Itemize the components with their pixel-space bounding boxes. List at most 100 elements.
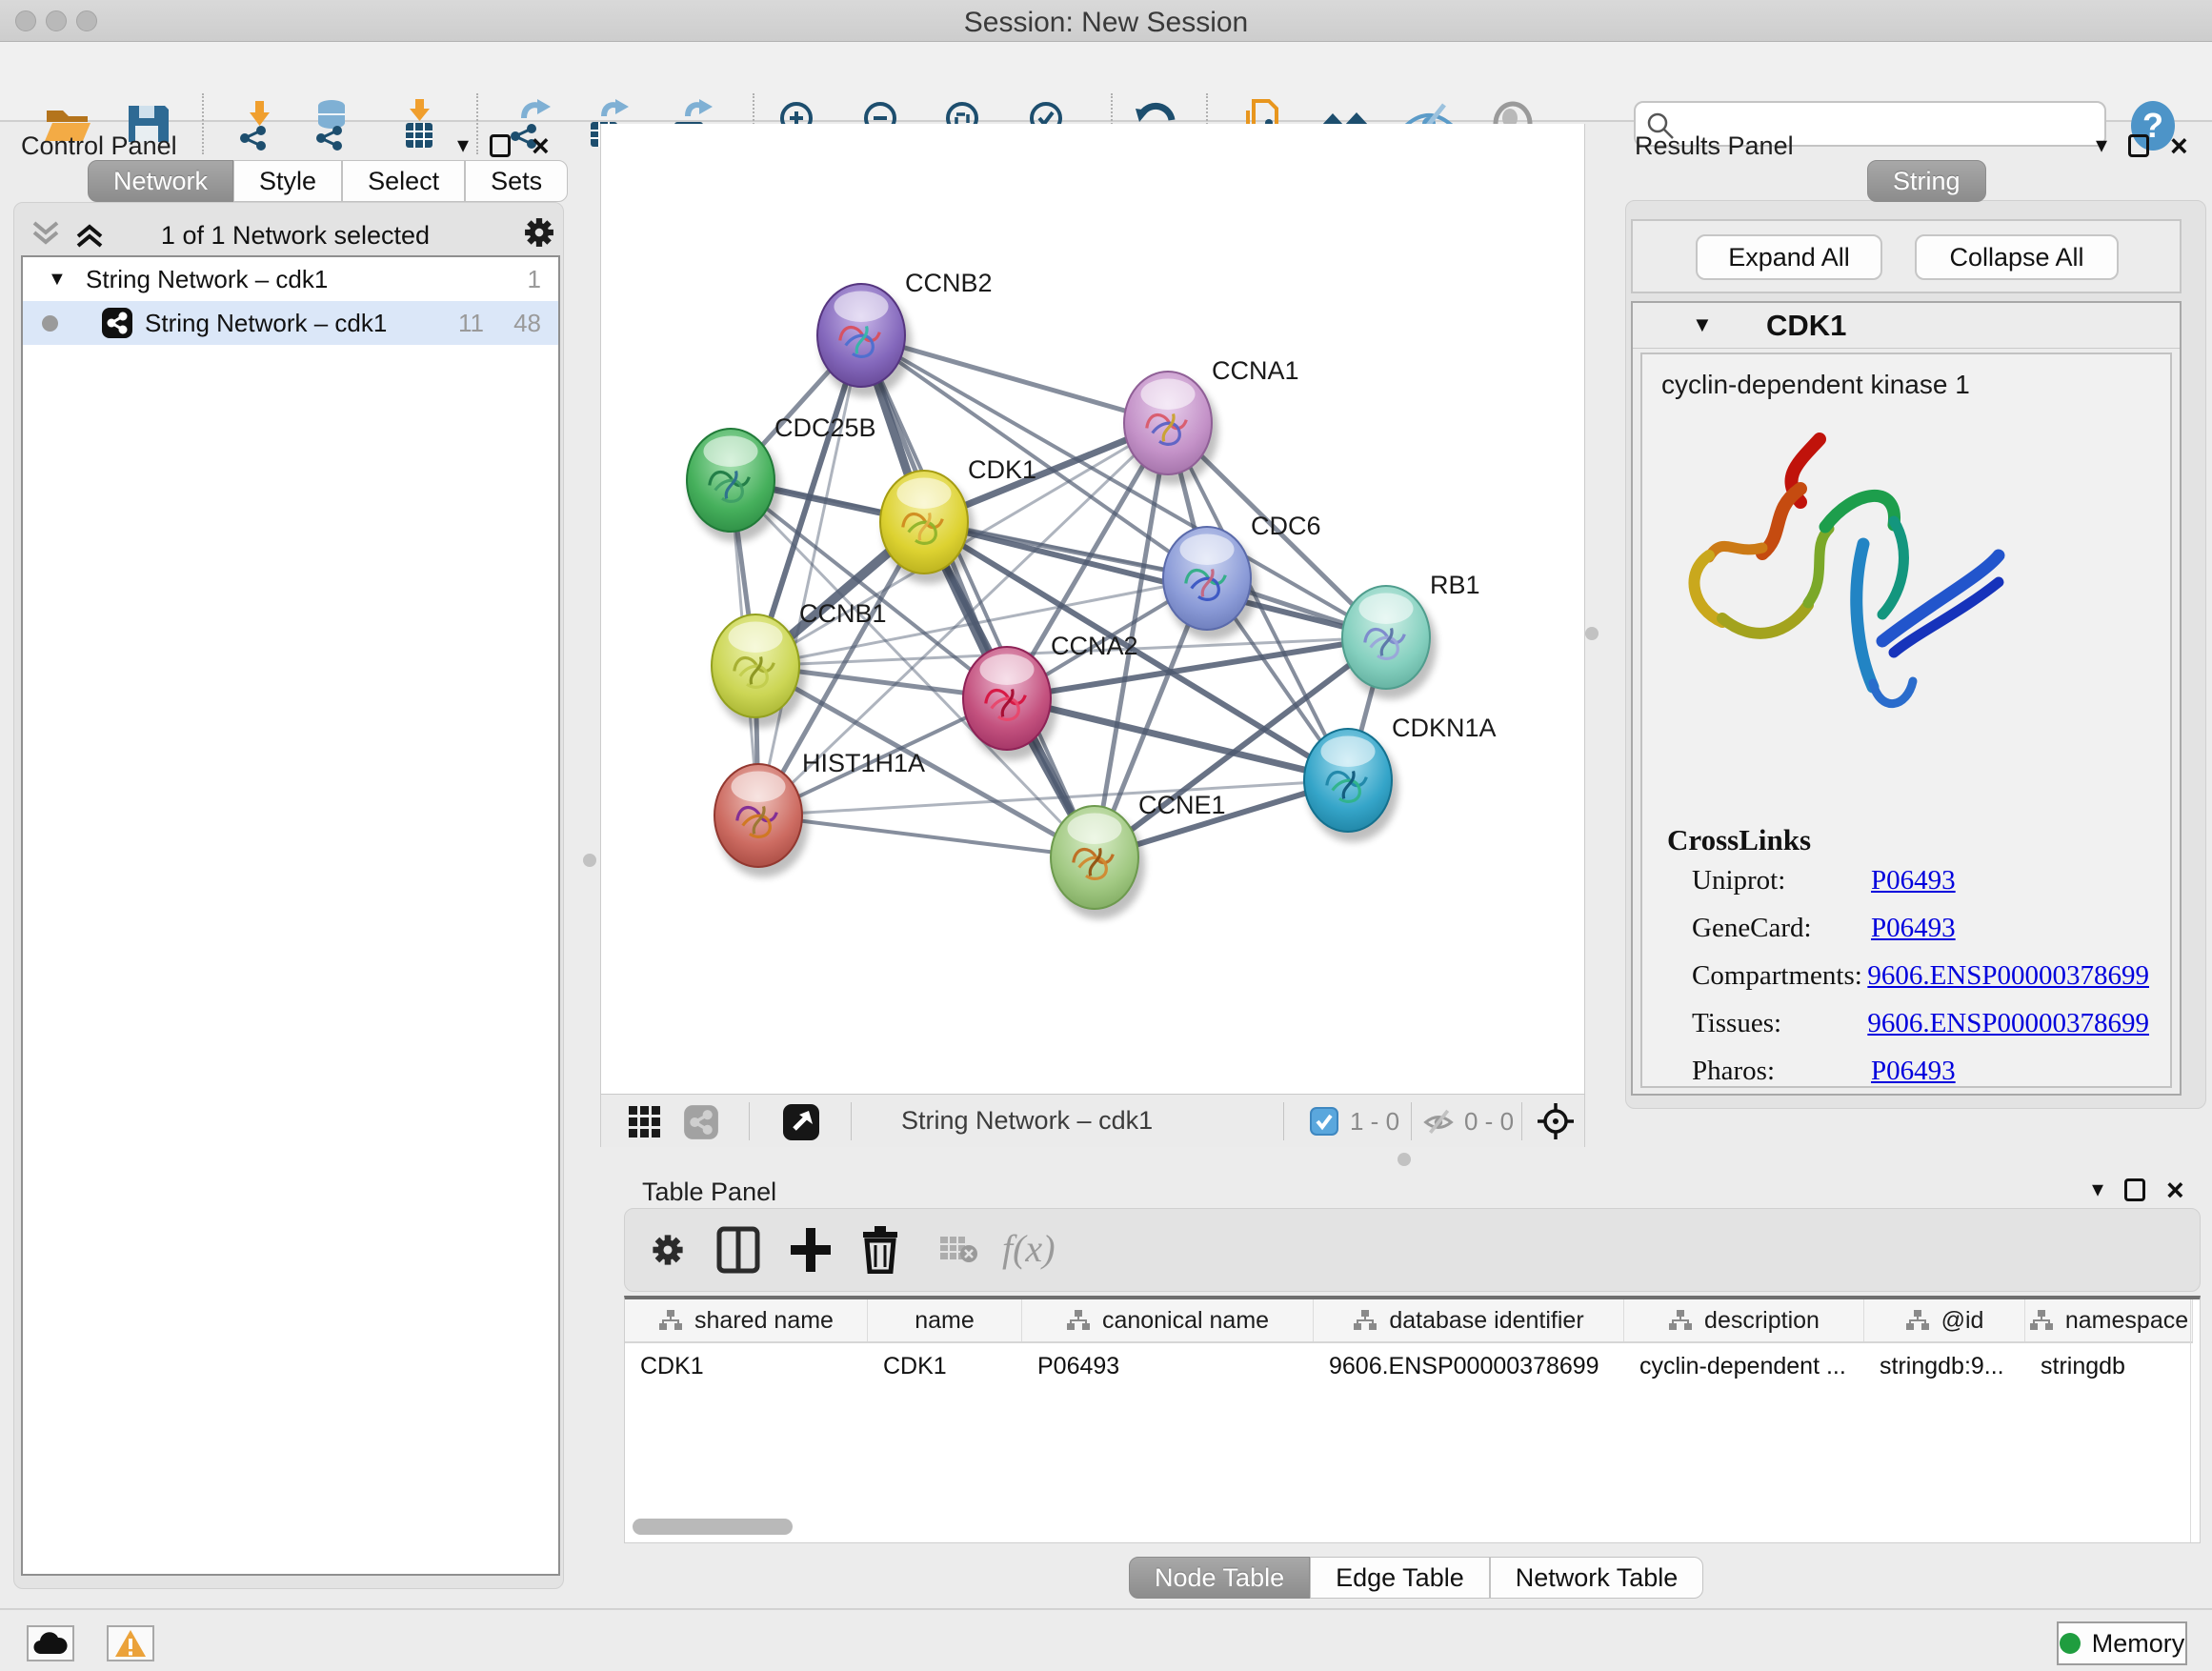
node-CCNB2[interactable]: CCNB2 <box>817 269 993 397</box>
column-header-shared-name[interactable]: shared name <box>625 1299 868 1341</box>
entry-description: cyclin-dependent kinase 1 <box>1661 370 1970 400</box>
statusbar-separator <box>1411 1102 1412 1140</box>
column-header-label: database identifier <box>1389 1307 1583 1335</box>
edge-CCNB2-HIST1H1A[interactable] <box>758 335 861 815</box>
control-panel-title: Control Panel <box>21 131 177 161</box>
column-header-namespace[interactable]: namespace <box>2025 1299 2193 1341</box>
column-header-name[interactable]: name <box>868 1299 1022 1341</box>
table-panel-close-icon[interactable]: × <box>2166 1178 2184 1201</box>
node-label-CDK1: CDK1 <box>968 455 1036 484</box>
node-CCNB1[interactable]: CCNB1 <box>712 599 887 728</box>
crosslink-label: Pharos: <box>1692 1056 1871 1087</box>
import-network-database-icon[interactable] <box>309 97 362 151</box>
expand-all-button[interactable]: Expand All <box>1696 234 1882 280</box>
show-columns-icon[interactable] <box>716 1226 760 1274</box>
network-options-gear-icon[interactable] <box>518 211 560 253</box>
cell-database-identifier[interactable]: 9606.ENSP00000378699 <box>1314 1345 1624 1387</box>
crosslink-link[interactable]: P06493 <box>1871 913 1956 944</box>
node-CDC6[interactable]: CDC6 <box>1163 512 1321 640</box>
network-collection-row[interactable]: ▼ String Network – cdk1 1 <box>23 257 558 301</box>
warning-icon <box>114 1629 147 1658</box>
node-label-CDC25B: CDC25B <box>774 413 876 442</box>
edge-CCNB2-CCNE1[interactable] <box>861 335 1095 857</box>
tab-string-results[interactable]: String <box>1867 160 1986 202</box>
column-type-icon <box>1353 1309 1377 1332</box>
crosslink-label: Compartments: <box>1692 960 1867 992</box>
node-label-HIST1H1A: HIST1H1A <box>802 749 925 777</box>
cell-canonical-name[interactable]: P06493 <box>1022 1345 1314 1387</box>
column-header-database-identifier[interactable]: database identifier <box>1314 1299 1624 1341</box>
table-horizontal-scrollbar[interactable] <box>633 1519 793 1535</box>
table-panel-collapse-icon[interactable]: ▾ <box>2092 1176 2103 1203</box>
tab-style[interactable]: Style <box>233 160 342 202</box>
warnings-button[interactable] <box>107 1625 154 1661</box>
node-CCNE1[interactable]: CCNE1 <box>1051 791 1226 919</box>
crosslink-link[interactable]: P06493 <box>1871 865 1956 896</box>
open-in-window-icon[interactable] <box>782 1103 820 1141</box>
tab-edge-table[interactable]: Edge Table <box>1310 1557 1490 1599</box>
column-header-canonical-name[interactable]: canonical name <box>1022 1299 1314 1341</box>
table-row[interactable]: CDK1CDK1P064939606.ENSP00000378699cyclin… <box>625 1345 2193 1387</box>
results-panel-title: Results Panel <box>1635 131 1794 161</box>
node-RB1[interactable]: RB1 <box>1342 571 1480 699</box>
fit-selected-crosshair-icon[interactable] <box>1537 1102 1575 1140</box>
network-canvas[interactable]: CCNB2CCNA1CDC25BCDK1CDC6RB1CCNB1CCNA2CDK… <box>600 124 1585 1094</box>
column-header-label: description <box>1704 1307 1820 1335</box>
import-network-file-icon[interactable] <box>232 97 286 151</box>
tab-network[interactable]: Network <box>88 160 233 202</box>
tab-node-table[interactable]: Node Table <box>1129 1557 1310 1599</box>
node-table: shared namenamecanonical name database id… <box>624 1296 2201 1543</box>
cell-namespace[interactable]: stringdb <box>2025 1345 2193 1387</box>
column-header--id[interactable]: @id <box>1864 1299 2025 1341</box>
network-row-selected[interactable]: String Network – cdk1 11 48 <box>23 301 558 345</box>
tab-select[interactable]: Select <box>342 160 465 202</box>
tab-sets[interactable]: Sets <box>465 160 568 202</box>
crosslink-link[interactable]: P06493 <box>1871 1056 1956 1087</box>
delete-column-icon[interactable] <box>859 1224 901 1274</box>
collapse-all-networks-icon[interactable] <box>29 219 63 250</box>
memory-button[interactable]: Memory <box>2057 1621 2187 1665</box>
cloud-status-button[interactable] <box>27 1625 74 1661</box>
node-CCNA2[interactable]: CCNA2 <box>963 632 1138 760</box>
crosslink-link[interactable]: 9606.ENSP00000378699 <box>1867 960 2149 992</box>
node-CDC25B[interactable]: CDC25B <box>687 413 876 542</box>
crosslink-row: Tissues:9606.ENSP00000378699 <box>1692 1008 2149 1039</box>
network-svg: CCNB2CCNA1CDC25BCDK1CDC6RB1CCNB1CCNA2CDK… <box>601 124 1586 1094</box>
table-panel-float-icon[interactable] <box>2124 1178 2145 1201</box>
cell-name[interactable]: CDK1 <box>868 1345 1022 1387</box>
results-panel-collapse-icon[interactable]: ▾ <box>2096 131 2107 159</box>
grid-view-icon[interactable] <box>628 1105 662 1139</box>
control-panel-tabs: Network Style Select Sets <box>88 160 568 202</box>
table-vertical-scrollbar[interactable] <box>2190 1299 2191 1542</box>
create-column-icon[interactable] <box>789 1226 833 1274</box>
control-panel-close-icon[interactable]: × <box>532 134 550 157</box>
birds-eye-view-icon[interactable] <box>683 1104 719 1140</box>
column-header-description[interactable]: description <box>1624 1299 1864 1341</box>
selected-checkbox-icon[interactable] <box>1310 1107 1338 1136</box>
left-splitter-handle[interactable] <box>583 854 596 867</box>
control-panel-collapse-icon[interactable]: ▾ <box>457 131 469 159</box>
cell-description[interactable]: cyclin-dependent ... <box>1624 1345 1864 1387</box>
column-type-icon <box>1066 1309 1091 1332</box>
collapse-all-button[interactable]: Collapse All <box>1915 234 2119 280</box>
control-panel-float-icon[interactable] <box>490 134 511 157</box>
tab-network-table[interactable]: Network Table <box>1490 1557 1704 1599</box>
results-entry-header[interactable]: ▼ CDK1 <box>1633 303 2180 349</box>
right-splitter-handle[interactable] <box>1585 627 1599 640</box>
bottom-splitter-handle[interactable] <box>1398 1153 1411 1166</box>
function-builder-icon: f(x) <box>1002 1226 1056 1271</box>
results-panel-float-icon[interactable] <box>2128 134 2149 157</box>
results-panel-close-icon[interactable]: × <box>2170 134 2188 157</box>
expand-all-networks-icon[interactable] <box>72 219 107 250</box>
network-selection-summary: 1 of 1 Network selected <box>114 221 476 251</box>
tree-expand-icon[interactable]: ▼ <box>48 269 67 291</box>
cell-shared-name[interactable]: CDK1 <box>625 1345 868 1387</box>
table-gear-icon[interactable] <box>646 1228 690 1272</box>
crosslink-link[interactable]: 9606.ENSP00000378699 <box>1867 1008 2149 1039</box>
cell--id[interactable]: stringdb:9... <box>1864 1345 2025 1387</box>
edge-CCNA2-CDKN1A[interactable] <box>1007 698 1348 780</box>
node-CDKN1A[interactable]: CDKN1A <box>1304 714 1497 842</box>
node-label-CDKN1A: CDKN1A <box>1392 714 1497 742</box>
entry-collapse-icon[interactable]: ▼ <box>1692 312 1713 337</box>
import-table-icon[interactable] <box>392 97 446 151</box>
